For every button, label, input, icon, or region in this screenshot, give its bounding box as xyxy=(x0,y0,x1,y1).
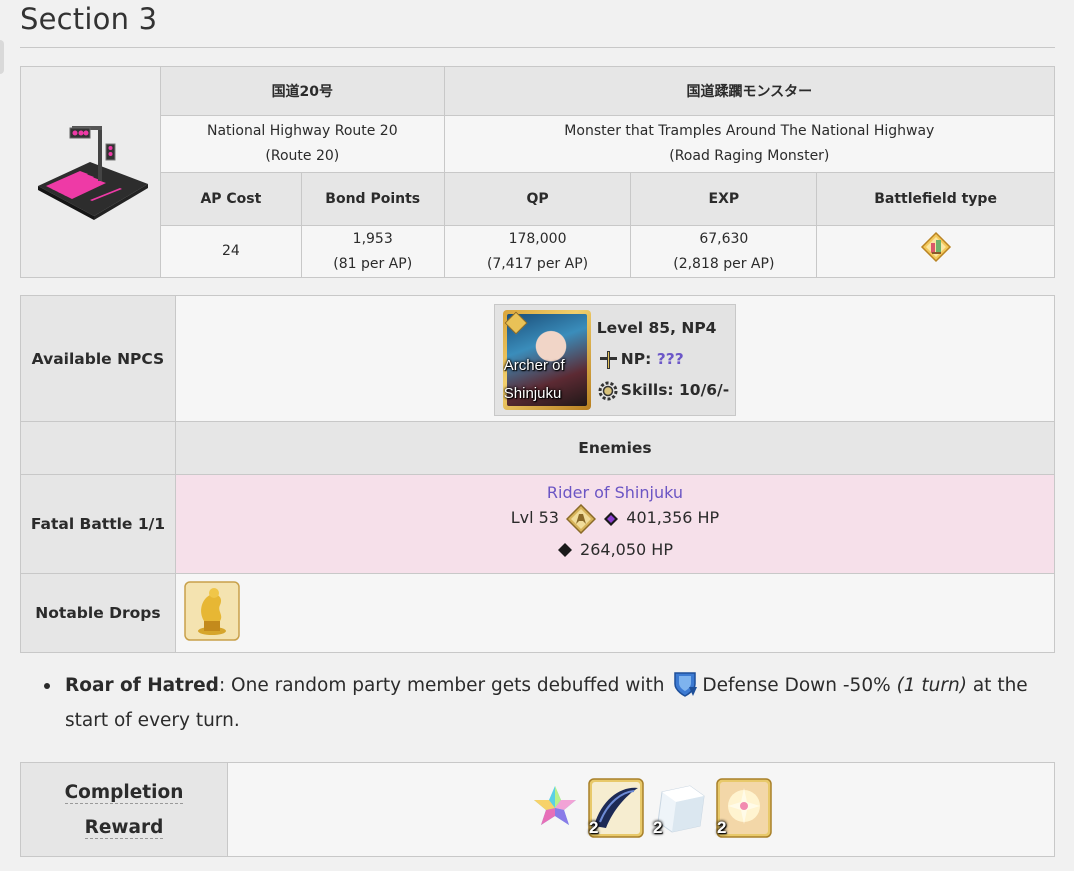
notable-drops-cell xyxy=(174,573,1056,653)
fatal-battle-cell: Rider of Shinjuku Lvl 53 401,356 HP 264,… xyxy=(174,474,1056,574)
note-title: Roar of Hatred xyxy=(65,675,219,696)
reward-list: 2 2 2 xyxy=(530,777,772,838)
enemy-name-link[interactable]: Rider of Shinjuku xyxy=(176,483,1054,502)
jp-quest-name-header: 国道蹂躙モンスター xyxy=(443,66,1056,116)
en-quest-name-cell: Monster that Tramples Around The Nationa… xyxy=(443,115,1056,173)
title-divider xyxy=(20,47,1055,48)
quest-info-table: 国道20号 国道蹂躙モンスター National Highway Route 2… xyxy=(20,66,1056,278)
exp-cell: 67,630 (2,818 per AP) xyxy=(630,225,818,278)
note-text-a: : One random party member gets debuffed … xyxy=(218,675,671,696)
sidebar-tab-edge[interactable] xyxy=(0,40,4,74)
reward-count-3: 2 xyxy=(717,817,727,837)
npc-skills-row: Skills: 10/6/- xyxy=(597,375,729,406)
bond-points-header: Bond Points xyxy=(300,172,445,226)
exp-value: 67,630 xyxy=(699,230,749,247)
npc-skills: Skills: 10/6/- xyxy=(620,381,730,399)
bond-points-value: 1,953 xyxy=(352,230,393,247)
npc-np-row: NP: ??? xyxy=(597,344,729,375)
npc-portrait[interactable]: Archer of Shinjuku xyxy=(502,309,591,410)
battlefield-type-cell xyxy=(816,225,1055,278)
defense-down-icon xyxy=(674,672,698,697)
en-location: National Highway Route 20 xyxy=(206,123,398,139)
qp-value: 178,000 xyxy=(508,230,567,247)
np-value-link[interactable]: ??? xyxy=(657,350,684,368)
en-quest-name: Monster that Tramples Around The Nationa… xyxy=(564,123,935,139)
bond-per-ap: (81 per AP) xyxy=(333,255,413,272)
qp-header: QP xyxy=(443,172,632,226)
npc-portrait-name: Archer of Shinjuku xyxy=(504,352,565,408)
enemy-level: Lvl 53 xyxy=(510,508,559,528)
rewards-cell: 2 2 2 xyxy=(227,762,1055,857)
enemy-table: Available NPCS Archer of Shinjuku Level … xyxy=(20,295,1056,653)
traffic-signal-map-icon xyxy=(38,126,149,220)
bond-points-cell: 1,953 (81 per AP) xyxy=(300,225,445,278)
quest-notes: Roar of Hatred: One random party member … xyxy=(44,668,1034,738)
enemy-level-row: Lvl 53 401,356 HP xyxy=(176,502,1054,534)
reward-count-2: 2 xyxy=(653,817,663,837)
jp-location-header: 国道20号 xyxy=(159,66,445,116)
reward-saint-quartz[interactable] xyxy=(530,778,580,838)
section-title: Section 3 xyxy=(20,2,158,36)
enemy-hp-row-2: 264,050 HP xyxy=(176,534,1054,565)
rider-class-icon[interactable] xyxy=(566,503,597,534)
en-quest-name-short: (Road Raging Monster) xyxy=(669,148,830,164)
ap-cost-header: AP Cost xyxy=(159,172,302,226)
fatal-battle-label: Fatal Battle 1/1 xyxy=(20,474,176,574)
enemy-hp-2: 264,050 HP xyxy=(580,539,673,559)
reward-claw[interactable]: 2 xyxy=(588,777,644,838)
saint-quartz-icon xyxy=(534,785,576,825)
bullet-dot xyxy=(44,683,50,689)
enemies-header: Enemies xyxy=(174,421,1056,475)
exp-per-ap: (2,818 per AP) xyxy=(673,255,775,272)
city-battlefield-icon[interactable] xyxy=(920,231,952,263)
note-item: Roar of Hatred: One random party member … xyxy=(44,668,1034,738)
completion-label-line1[interactable]: Completion xyxy=(64,781,184,804)
npc-level: Level 85, NP4 xyxy=(596,319,717,337)
np-label: NP: xyxy=(620,350,652,368)
quest-location-image xyxy=(20,66,161,278)
en-location-short: (Route 20) xyxy=(265,148,340,164)
completion-reward-table: Completion Reward 2 2 2 xyxy=(20,762,1055,857)
note-text: Roar of Hatred: One random party member … xyxy=(44,668,1034,738)
npc-cell: Archer of Shinjuku Level 85, NP4 NP: ??? xyxy=(174,295,1056,422)
hp-bar-purple-icon xyxy=(604,511,619,526)
note-effect: Defense Down -50% xyxy=(702,675,891,696)
npc-info: Level 85, NP4 NP: ??? Skills: 10/6/- xyxy=(597,313,729,406)
gold-statue-icon[interactable] xyxy=(184,581,240,641)
npc-name-line1: Archer of xyxy=(503,356,565,374)
completion-label-line2[interactable]: Reward xyxy=(84,816,164,839)
reward-crystal[interactable]: 2 xyxy=(652,778,708,838)
reward-count-1: 2 xyxy=(589,817,599,837)
skill-gear-icon xyxy=(598,381,618,400)
notable-drops-label: Notable Drops xyxy=(20,573,176,653)
completion-reward-label: Completion Reward xyxy=(20,762,228,857)
hp-bar-black-icon xyxy=(557,543,572,558)
npc-name-line2: Shinjuku xyxy=(503,384,562,402)
exp-header: EXP xyxy=(630,172,818,226)
available-npcs-label: Available NPCS xyxy=(20,295,176,422)
qp-cell: 178,000 (7,417 per AP) xyxy=(443,225,632,278)
enemies-blank-label xyxy=(20,421,176,475)
enemy-hp-1: 401,356 HP xyxy=(626,508,720,528)
note-turn: (1 turn) xyxy=(896,675,967,696)
npc-card: Archer of Shinjuku Level 85, NP4 NP: ??? xyxy=(493,303,737,416)
ap-cost-value: 24 xyxy=(159,225,302,278)
qp-per-ap: (7,417 per AP) xyxy=(486,255,589,272)
battlefield-type-header: Battlefield type xyxy=(816,172,1055,226)
en-location-cell: National Highway Route 20 (Route 20) xyxy=(159,115,445,173)
reward-golden[interactable]: 2 xyxy=(716,777,772,838)
np-sword-icon xyxy=(599,350,617,369)
